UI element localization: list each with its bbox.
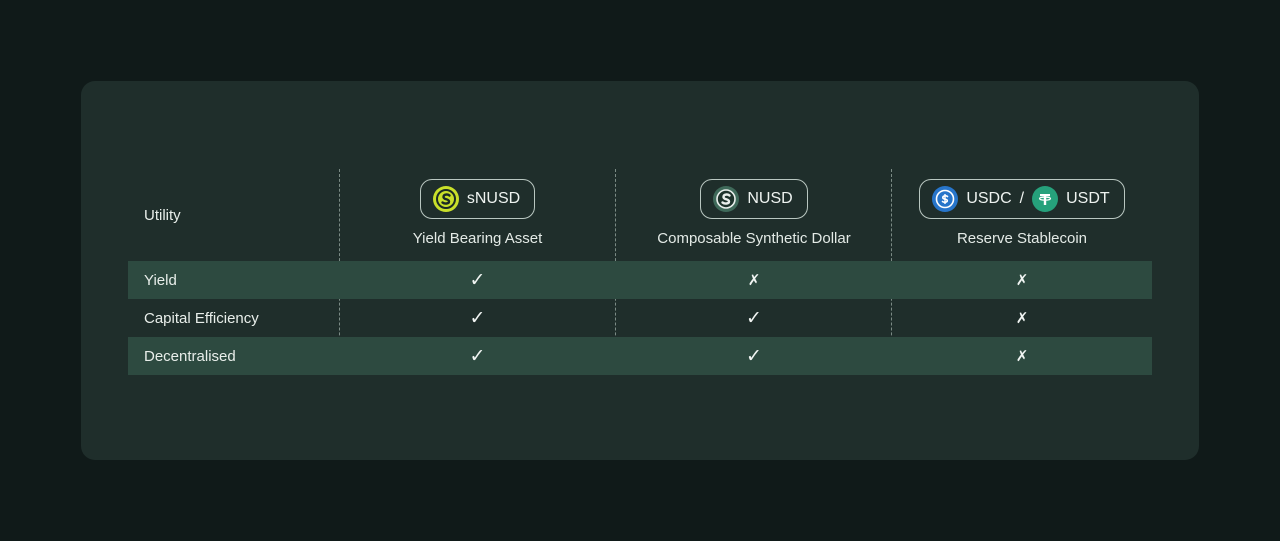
snusd-subtitle: Yield Bearing Asset — [412, 230, 543, 247]
usdt-token-label: USDT — [1066, 190, 1110, 207]
check-icon: ✓ — [746, 307, 762, 329]
table-row: Decentralised ✓ ✓ ✗ — [128, 337, 1152, 375]
cross-icon: ✗ — [1015, 271, 1029, 289]
cross-icon: ✗ — [1015, 309, 1029, 327]
snusd-token-label: sNUSD — [466, 190, 521, 207]
table-row: Yield ✓ ✗ ✗ — [128, 261, 1152, 299]
check-icon: ✓ — [469, 307, 486, 329]
row-label: Decentralised — [144, 347, 236, 365]
usdc-icon — [932, 186, 959, 212]
nusd-token-pill: NUSD — [700, 179, 808, 219]
table-header: Utility sNUSD Yield Bearing Asset NUSD C… — [128, 169, 1152, 261]
usdc-token-label: USDC — [966, 190, 1012, 207]
usdc-usdt-subtitle: Reserve Stablecoin — [956, 230, 1088, 247]
check-icon: ✓ — [746, 345, 762, 367]
column-header-nusd: NUSD Composable Synthetic Dollar — [616, 169, 892, 261]
token-separator: / — [1019, 190, 1025, 207]
usdt-icon — [1032, 186, 1059, 212]
snusd-icon — [432, 186, 459, 212]
usdc-usdt-token-pill: USDC / USDT — [919, 179, 1125, 219]
nusd-token-label: NUSD — [747, 190, 793, 207]
row-label: Yield — [144, 271, 177, 289]
comparison-table: Utility sNUSD Yield Bearing Asset NUSD C… — [128, 169, 1152, 375]
column-header-snusd: sNUSD Yield Bearing Asset — [339, 169, 616, 261]
row-label: Capital Efficiency — [144, 309, 259, 327]
cross-icon: ✗ — [747, 271, 761, 289]
utility-header: Utility — [144, 206, 181, 224]
table-row: Capital Efficiency ✓ ✓ ✗ — [128, 299, 1152, 337]
nusd-subtitle: Composable Synthetic Dollar — [657, 230, 851, 247]
nusd-icon — [713, 186, 740, 212]
check-icon: ✓ — [469, 345, 486, 367]
check-icon: ✓ — [469, 269, 486, 291]
column-header-usdc-usdt: USDC / USDT Reserve Stablecoin — [892, 169, 1152, 261]
cross-icon: ✗ — [1015, 347, 1029, 365]
snusd-token-pill: sNUSD — [419, 179, 536, 219]
comparison-card: Utility sNUSD Yield Bearing Asset NUSD C… — [81, 81, 1199, 460]
